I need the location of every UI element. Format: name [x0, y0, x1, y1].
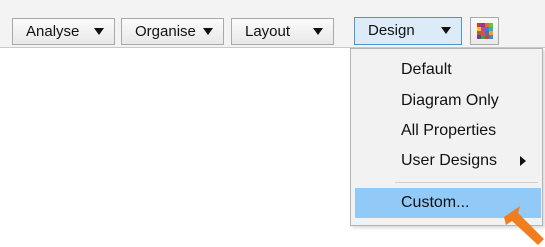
layout-dropdown-button[interactable]: Layout [231, 18, 334, 45]
menu-item-diagram-only[interactable]: Diagram Only [351, 86, 542, 116]
menu-item-label: All Properties [401, 122, 497, 139]
organise-dropdown-button[interactable]: Organise [121, 18, 224, 45]
menu-item-label: Default [401, 61, 452, 78]
chevron-down-icon [94, 28, 104, 35]
organise-button-label: Organise [135, 23, 196, 40]
toolbar: Analyse Organise Layout Design [0, 0, 545, 48]
color-palette-icon [477, 23, 493, 39]
chevron-down-icon [313, 28, 323, 35]
chevron-down-icon [441, 27, 451, 34]
design-button-label: Design [368, 22, 415, 39]
menu-item-label: Custom... [401, 194, 470, 211]
chevron-down-icon [203, 28, 213, 35]
menu-item-label: Diagram Only [401, 92, 499, 109]
analyse-button-label: Analyse [26, 23, 80, 40]
orange-arrow-pointer-icon [504, 206, 544, 245]
menu-item-default[interactable]: Default [351, 55, 542, 85]
menu-item-user-designs[interactable]: User Designs [351, 146, 542, 176]
menu-item-all-properties[interactable]: All Properties [351, 116, 542, 146]
layout-button-label: Layout [245, 23, 291, 40]
design-dropdown-button[interactable]: Design [354, 17, 462, 45]
app-root: Analyse Organise Layout Design Default D… [0, 0, 545, 247]
design-dropdown-menu: Default Diagram Only All Properties User… [350, 48, 543, 226]
analyse-dropdown-button[interactable]: Analyse [12, 18, 115, 45]
palette-button[interactable] [470, 17, 499, 45]
chevron-right-icon [520, 156, 526, 166]
menu-separator [395, 182, 538, 183]
menu-item-label: User Designs [401, 152, 498, 169]
